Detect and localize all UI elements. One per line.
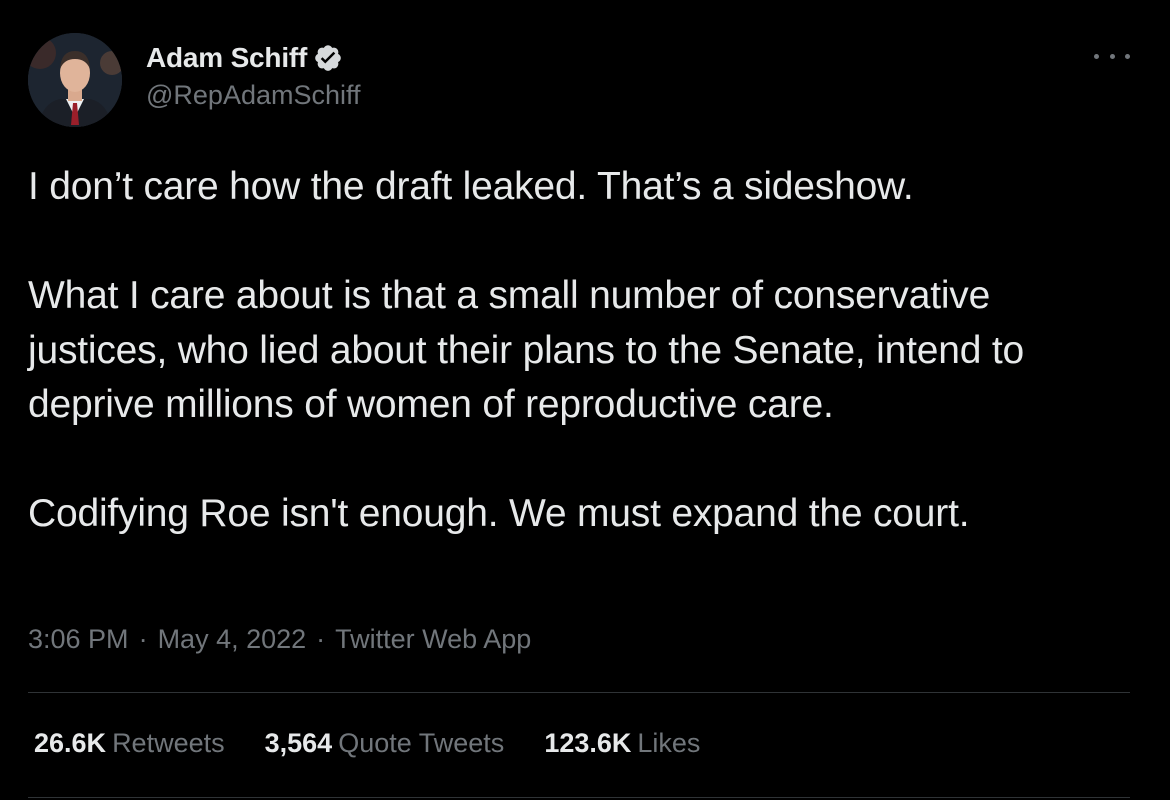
- quote-tweets-stat[interactable]: 3,564 Quote Tweets: [265, 728, 505, 759]
- author-name-row[interactable]: Adam Schiff: [146, 38, 343, 78]
- quote-tweets-label: Quote Tweets: [338, 728, 505, 758]
- quote-tweets-count: 3,564: [264, 728, 333, 758]
- tweet-text: I don’t care how the draft leaked. That’…: [28, 160, 1138, 542]
- meta-separator: ·: [138, 624, 148, 654]
- retweets-count: 26.6K: [34, 728, 107, 758]
- likes-count: 123.6K: [544, 728, 632, 758]
- more-dot: [1125, 53, 1130, 59]
- divider: [28, 692, 1130, 693]
- more-dot: [1094, 53, 1099, 59]
- likes-stat[interactable]: 123.6K Likes: [544, 728, 700, 759]
- author-display-name[interactable]: Adam Schiff: [146, 42, 307, 74]
- tweet-date[interactable]: May 4, 2022: [158, 624, 307, 655]
- author-avatar[interactable]: [28, 33, 122, 127]
- author-handle[interactable]: @RepAdamSchiff: [146, 80, 361, 111]
- tweet-paragraph: What I care about is that a small number…: [28, 274, 1024, 426]
- tweet-detail: Adam Schiff @RepAdamSchiff I don’t care …: [0, 0, 1170, 800]
- retweets-stat[interactable]: 26.6K Retweets: [34, 728, 225, 759]
- divider: [28, 797, 1130, 798]
- tweet-source[interactable]: Twitter Web App: [335, 624, 531, 655]
- tweet-time[interactable]: 3:06 PM: [28, 624, 129, 655]
- verified-badge-icon: [313, 43, 343, 73]
- more-horizontal-icon[interactable]: [1094, 42, 1130, 70]
- more-dot: [1109, 53, 1115, 59]
- tweet-paragraph: I don’t care how the draft leaked. That’…: [28, 165, 914, 208]
- engagement-stats: 26.6K Retweets 3,564 Quote Tweets 123.6K…: [34, 728, 740, 759]
- avatar-photo: [28, 33, 122, 127]
- likes-label: Likes: [637, 728, 701, 758]
- tweet-metadata: 3:06 PM · May 4, 2022 · Twitter Web App: [28, 624, 531, 655]
- tweet-paragraph: Codifying Roe isn't enough. We must expa…: [28, 492, 970, 535]
- retweets-label: Retweets: [112, 728, 225, 758]
- meta-separator: ·: [316, 624, 326, 654]
